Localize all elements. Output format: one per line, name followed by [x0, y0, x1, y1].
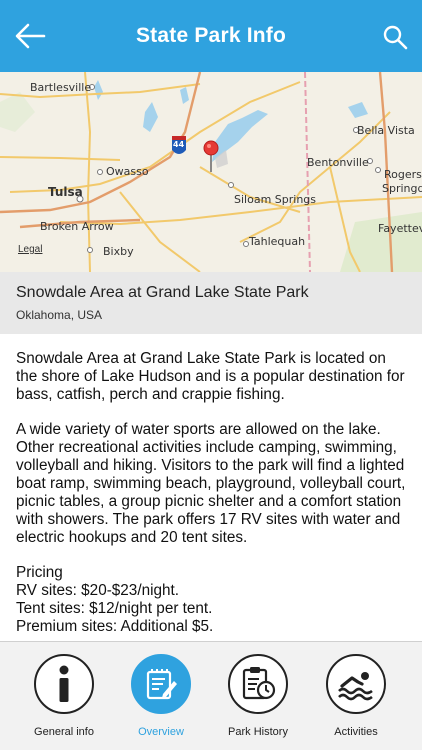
document-edit-icon [131, 654, 191, 714]
map-city-label: Rogers [384, 168, 422, 181]
map-city-label: Broken Arrow [40, 220, 114, 233]
history-clipboard-icon [228, 654, 288, 714]
info-icon [34, 654, 94, 714]
park-name: Snowdale Area at Grand Lake State Park [16, 284, 309, 301]
park-location: Oklahoma, USA [16, 308, 103, 322]
map-city-label: Tulsa [48, 185, 83, 199]
tab-park-history[interactable]: Park History [222, 654, 294, 746]
map-city-label: Bentonville [307, 156, 369, 169]
map-city-label: Tahlequah [249, 235, 306, 248]
bottom-tab-bar: General info Overview Park History Activ… [0, 641, 422, 750]
park-description[interactable]: Snowdale Area at Grand Lake State Park i… [16, 350, 408, 640]
description-paragraph: A wide variety of water sports are allow… [16, 421, 406, 546]
pricing-rv: RV sites: $20-$23/night. [16, 582, 179, 599]
map-city-label: Springd [382, 182, 422, 195]
park-map[interactable]: Bartlesville Owasso Tulsa Broken Arrow B… [0, 72, 422, 272]
map-city-label: Bartlesville [30, 81, 92, 94]
pricing-premium: Premium sites: Additional $5. [16, 618, 214, 635]
map-legal-link[interactable]: Legal [18, 244, 42, 255]
tab-label: Activities [334, 726, 378, 738]
description-paragraph: Snowdale Area at Grand Lake State Park i… [16, 350, 405, 403]
interstate-number: 44 [173, 140, 185, 149]
page-title: State Park Info [135, 24, 287, 47]
pricing-section: Pricing RV sites: $20-$23/night. Tent si… [16, 564, 408, 636]
map-canvas [0, 72, 422, 272]
app-header: State Park Info [0, 0, 422, 72]
swimmer-icon [326, 654, 386, 714]
pricing-title: Pricing [16, 564, 63, 581]
tab-label: General info [34, 726, 94, 738]
tab-general-info[interactable]: General info [28, 654, 100, 746]
tab-activities[interactable]: Activities [320, 654, 392, 746]
tab-overview[interactable]: Overview [125, 654, 197, 746]
map-city-label: Bixby [103, 245, 134, 258]
park-info-bar: Snowdale Area at Grand Lake State Park O… [0, 272, 422, 334]
map-city-label: Siloam Springs [234, 193, 317, 206]
map-city-label: Owasso [106, 165, 149, 178]
tab-label: Overview [138, 726, 184, 738]
pricing-tent: Tent sites: $12/night per tent. [16, 600, 213, 617]
map-city-label: Bella Vista [357, 124, 415, 137]
tab-label: Park History [228, 726, 288, 738]
map-city-label: Fayettev [378, 222, 422, 235]
search-icon[interactable] [382, 24, 408, 50]
